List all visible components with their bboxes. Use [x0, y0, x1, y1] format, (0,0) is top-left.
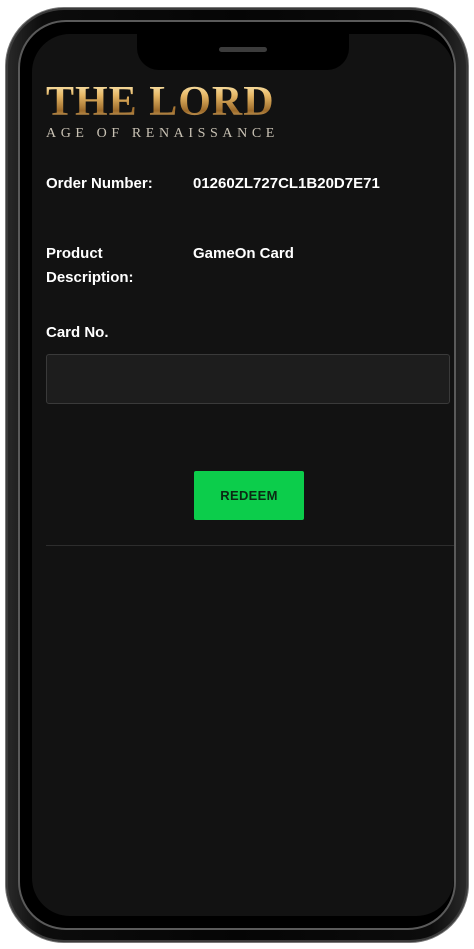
card-number-label: Card No. — [46, 324, 109, 341]
product-description-value: GameOn Card — [193, 245, 294, 262]
phone-notch — [137, 34, 349, 70]
phone-screen: THE LORD AGE OF RENAISSANCE Order Number… — [32, 34, 454, 916]
product-description-label: Product Description: — [46, 245, 134, 286]
speaker-grille — [219, 47, 267, 52]
game-logo: THE LORD AGE OF RENAISSANCE — [46, 80, 296, 142]
redeem-button[interactable]: REDEEM — [194, 471, 304, 520]
order-number-label: Order Number: — [46, 175, 153, 192]
logo-subtitle: AGE OF RENAISSANCE — [46, 126, 279, 141]
divider — [46, 545, 454, 546]
logo-title: THE LORD — [46, 80, 296, 124]
order-number-value: 01260ZL727CL1B20D7E71 — [193, 175, 380, 192]
phone-frame: THE LORD AGE OF RENAISSANCE Order Number… — [6, 8, 468, 942]
card-number-input[interactable] — [46, 354, 450, 404]
